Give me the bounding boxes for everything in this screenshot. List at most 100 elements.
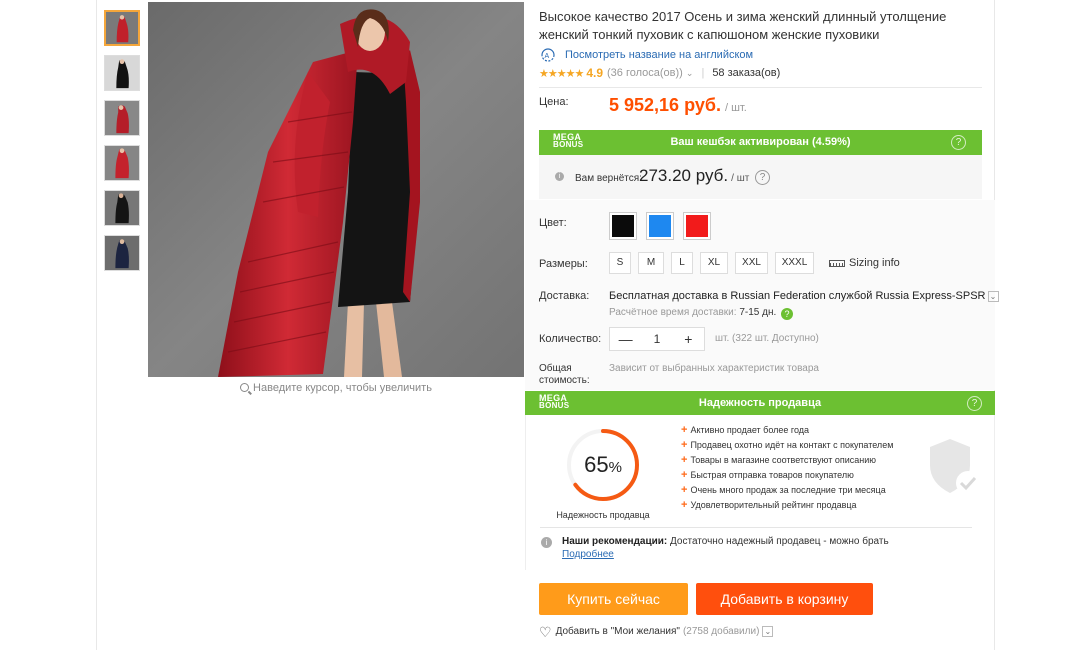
reason-item: + Активно продает более года <box>681 423 893 438</box>
thumbnail-2[interactable] <box>104 55 140 91</box>
translate-icon: A <box>539 48 557 62</box>
color-swatch-red[interactable] <box>683 212 711 240</box>
quantity-increase-button[interactable]: + <box>673 331 704 347</box>
chevron-down-icon[interactable]: ⌄ <box>686 68 694 78</box>
help-icon[interactable]: ? <box>755 170 770 185</box>
plus-icon: + <box>681 439 688 451</box>
recommendation-text: Наши рекомендации: Достаточно надежный п… <box>562 535 892 561</box>
cashback-amount: 273.20 руб. <box>639 166 729 185</box>
add-to-cart-button[interactable]: Добавить в корзину <box>696 583 873 615</box>
product-info: Высокое качество 2017 Осень и зима женск… <box>539 8 984 80</box>
zoom-hint: Наведите курсор, чтобы увеличить <box>148 382 524 394</box>
seller-reliability-box: 65% Надежность продавца + Активно продает… <box>525 415 995 570</box>
orders-count: 58 заказа(ов) <box>712 67 781 79</box>
thumbnail-3[interactable] <box>104 100 140 136</box>
size-l[interactable]: L <box>671 252 693 274</box>
shipping-method[interactable]: Бесплатная доставка в Russian Federation… <box>609 290 999 302</box>
price-amount: 5 952,16 руб. <box>609 95 721 115</box>
plus-icon: + <box>681 484 688 496</box>
total-label-line2: стоимость: <box>539 375 590 386</box>
wishlist-text[interactable]: Добавить в "Мои желания" <box>556 626 680 637</box>
translate-link-text[interactable]: Посмотреть название на английском <box>565 49 753 61</box>
star-rating-icon: ★★★★★ <box>539 67 584 80</box>
sizing-info-link[interactable]: Sizing info <box>829 257 900 269</box>
reason-text: Удовлетворительный рейтинг продавца <box>690 500 857 510</box>
shipping-days: 7-15 дн. <box>739 307 777 318</box>
votes-text[interactable]: (36 голоса(ов)) <box>607 67 683 79</box>
megabonus-seller-bar: MEGA BONUS Надежность продавца ? <box>525 391 995 415</box>
price-value: 5 952,16 руб. / шт. <box>609 95 747 116</box>
info-icon: i <box>541 537 552 548</box>
add-to-wishlist[interactable]: ♡ Добавить в "Мои желания" (2758 добавил… <box>539 625 774 639</box>
plus-icon: + <box>681 499 688 511</box>
total-value: Зависит от выбранных характеристик товар… <box>609 363 819 374</box>
divider: | <box>701 67 705 79</box>
color-label: Цвет: <box>539 217 567 229</box>
recommendation-title: Наши рекомендации: <box>562 536 668 547</box>
reliability-score: 65% <box>566 452 640 478</box>
translate-link[interactable]: A Посмотреть название на английском <box>539 48 984 62</box>
help-icon[interactable]: ? <box>951 135 966 150</box>
swatch-fill <box>686 215 708 237</box>
quantity-stepper: — 1 + <box>609 327 705 351</box>
size-label: Размеры: <box>539 258 588 270</box>
help-icon[interactable]: ? <box>967 396 982 411</box>
total-label-line1: Общая <box>539 363 572 374</box>
quantity-input[interactable]: 1 <box>641 332 672 346</box>
shipping-time: Расчётное время доставки: 7-15 дн. ? <box>609 307 794 320</box>
magnifier-icon <box>240 383 250 392</box>
size-xl[interactable]: XL <box>700 252 728 274</box>
size-m[interactable]: M <box>638 252 664 274</box>
color-swatch-black[interactable] <box>609 212 637 240</box>
color-swatch-blue[interactable] <box>646 212 674 240</box>
product-title: Высокое качество 2017 Осень и зима женск… <box>539 9 947 42</box>
reason-text: Активно продает более года <box>690 425 810 435</box>
chevron-down-icon[interactable]: ⌄ <box>762 626 774 637</box>
thumbnail-list <box>104 10 142 280</box>
reason-item: + Быстрая отправка товаров покупателю <box>681 468 893 483</box>
size-s[interactable]: S <box>609 252 631 274</box>
reliability-reasons: + Активно продает более года + Продавец ох… <box>681 423 893 513</box>
rating-value: 4.9 <box>586 66 603 80</box>
cashback-activated-text: Ваш кешбэк активирован (4.59%) <box>670 136 851 148</box>
quantity-decrease-button[interactable]: — <box>610 331 641 347</box>
rating-row: ★★★★★ 4.9 (36 голоса(ов)) ⌄ | 58 заказа(… <box>539 66 984 80</box>
thumbnail-5[interactable] <box>104 190 140 226</box>
thumbnail-1[interactable] <box>104 10 140 46</box>
chevron-down-icon[interactable]: ⌄ <box>987 291 999 302</box>
thumbnail-6[interactable] <box>104 235 140 271</box>
plus-icon: + <box>681 454 688 466</box>
votes-dropdown[interactable]: (36 голоса(ов)) ⌄ <box>607 67 693 79</box>
reason-text: Очень много продаж за последние три меся… <box>690 485 886 495</box>
thumbnail-4[interactable] <box>104 145 140 181</box>
reason-item: + Продавец охотно идёт на контакт с покуп… <box>681 438 893 453</box>
price-label: Цена: <box>539 96 569 108</box>
question-icon[interactable]: ? <box>781 308 794 320</box>
reason-item: + Удовлетворительный рейтинг продавца <box>681 498 893 513</box>
shipping-text[interactable]: Бесплатная доставка в Russian Federation… <box>609 290 986 302</box>
reason-text: Товары в магазине соответствуют описанию <box>690 455 876 465</box>
swatch-fill <box>649 215 671 237</box>
ruler-icon <box>829 259 845 267</box>
size-xxl[interactable]: XXL <box>735 252 768 274</box>
product-options: Цвет: Размеры: S M L XL XXL XXXL Sizing … <box>525 200 999 390</box>
reason-text: Продавец охотно идёт на контакт с покупа… <box>690 440 894 450</box>
divider <box>539 87 982 88</box>
wishlist-count: (2758 добавили) <box>682 626 760 637</box>
plus-icon: + <box>681 424 688 436</box>
more-details-link[interactable]: Подробнее <box>562 549 614 560</box>
quantity-label: Количество: <box>539 333 602 345</box>
seller-reliability-header: Надежность продавца <box>698 397 822 409</box>
size-xxxl[interactable]: XXXL <box>775 252 814 274</box>
megabonus-cashback-bar: MEGA BONUS Ваш кешбэк активирован (4.59%)… <box>539 130 982 155</box>
quantity-available: шт. (322 шт. Доступно) <box>715 333 819 344</box>
buy-now-button[interactable]: Купить сейчас <box>539 583 688 615</box>
plus-icon: + <box>681 469 688 481</box>
cashback-return-box: i Вам вернётся: 273.20 руб. / шт ? <box>539 155 982 199</box>
main-product-image[interactable] <box>148 2 524 377</box>
price-unit: / шт. <box>724 102 747 114</box>
sizing-info-text[interactable]: Sizing info <box>849 257 900 269</box>
svg-text:A: A <box>545 53 550 60</box>
heart-icon[interactable]: ♡ <box>539 625 552 639</box>
info-icon: i <box>555 172 564 181</box>
